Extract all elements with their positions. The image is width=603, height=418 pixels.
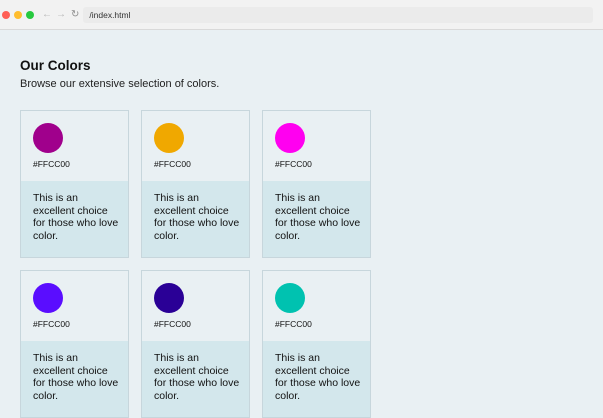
reload-icon[interactable]: ↻ bbox=[71, 9, 79, 20]
close-window-button[interactable] bbox=[2, 10, 10, 19]
color-card: #FFCC00 This is an excellent choice for … bbox=[141, 270, 250, 418]
color-swatch bbox=[275, 283, 305, 313]
color-description: This is an excellent choice for those wh… bbox=[142, 181, 249, 257]
color-swatch bbox=[275, 123, 305, 153]
color-description: This is an excellent choice for those wh… bbox=[263, 341, 370, 417]
page-title: Our Colors bbox=[20, 58, 91, 73]
color-swatch bbox=[33, 123, 63, 153]
forward-arrow-icon[interactable]: → bbox=[56, 9, 66, 20]
color-card: #FFCC00 This is an excellent choice for … bbox=[262, 270, 371, 418]
color-swatch bbox=[154, 283, 184, 313]
color-card: #FFCC00 This is an excellent choice for … bbox=[20, 110, 129, 258]
color-hex-label: #FFCC00 bbox=[275, 319, 312, 329]
color-hex-label: #FFCC00 bbox=[154, 159, 191, 169]
color-description: This is an excellent choice for those wh… bbox=[21, 341, 128, 417]
page-subtitle: Browse our extensive selection of colors… bbox=[20, 78, 220, 90]
browser-toolbar: ← → ↻ /index.html bbox=[0, 0, 603, 30]
color-description: This is an excellent choice for those wh… bbox=[263, 181, 370, 257]
address-url: /index.html bbox=[89, 9, 131, 20]
color-hex-label: #FFCC00 bbox=[154, 319, 191, 329]
color-card: #FFCC00 This is an excellent choice for … bbox=[141, 110, 250, 258]
minimize-window-button[interactable] bbox=[14, 10, 22, 19]
color-description: This is an excellent choice for those wh… bbox=[142, 341, 249, 417]
color-hex-label: #FFCC00 bbox=[275, 159, 312, 169]
back-arrow-icon[interactable]: ← bbox=[42, 9, 52, 20]
color-card: #FFCC00 This is an excellent choice for … bbox=[262, 110, 371, 258]
address-bar[interactable]: /index.html bbox=[83, 6, 594, 23]
color-description: This is an excellent choice for those wh… bbox=[21, 181, 128, 257]
color-swatch bbox=[154, 123, 184, 153]
maximize-window-button[interactable] bbox=[26, 10, 34, 19]
color-hex-label: #FFCC00 bbox=[33, 319, 70, 329]
color-card: #FFCC00 This is an excellent choice for … bbox=[20, 270, 129, 418]
color-hex-label: #FFCC00 bbox=[33, 159, 70, 169]
page-content: Our Colors Browse our extensive selectio… bbox=[0, 30, 603, 418]
color-swatch bbox=[33, 283, 63, 313]
color-grid: #FFCC00 This is an excellent choice for … bbox=[20, 110, 603, 418]
